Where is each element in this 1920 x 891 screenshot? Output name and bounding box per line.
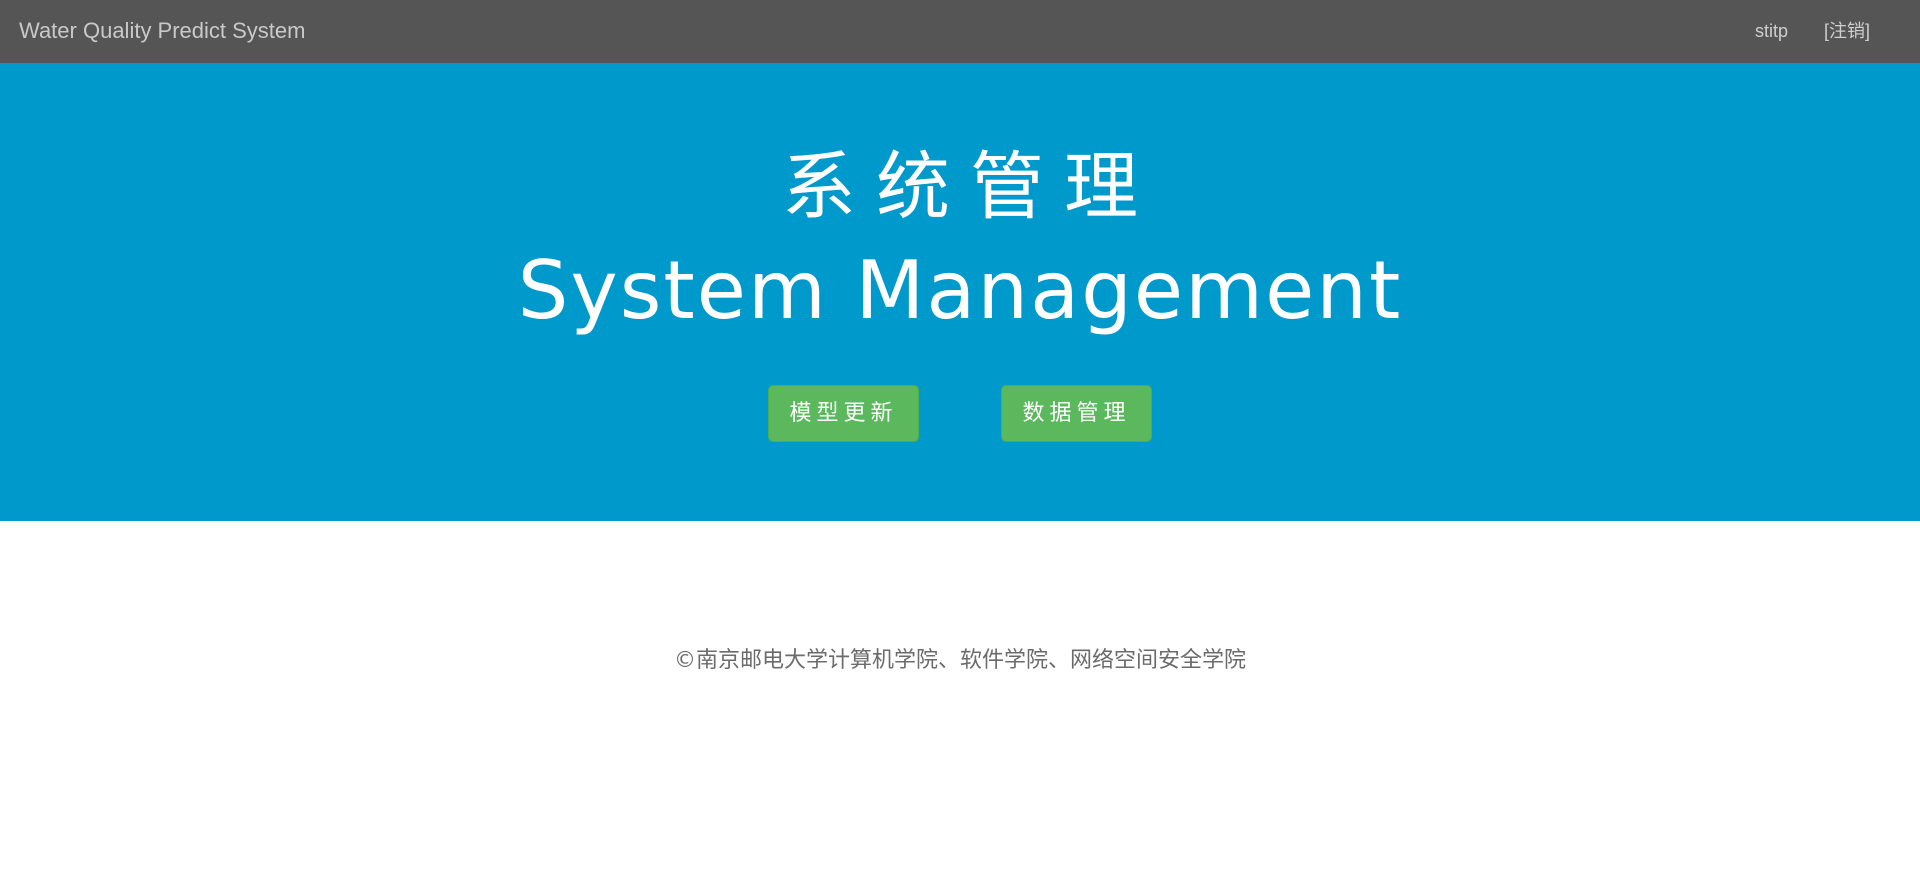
model-update-button[interactable]: 模型更新 xyxy=(768,385,919,442)
username-link[interactable]: stitp xyxy=(1755,20,1788,42)
nav-right-links: stitp [注销] xyxy=(1755,20,1870,42)
top-navbar: Water Quality Predict System stitp [注销] xyxy=(0,0,1920,63)
page-title-en: System Management xyxy=(517,244,1403,337)
data-management-button[interactable]: 数据管理 xyxy=(1001,385,1152,442)
hero-banner: 系统管理 System Management 模型更新 数据管理 xyxy=(0,63,1920,521)
brand-link[interactable]: Water Quality Predict System xyxy=(19,17,305,45)
logout-link[interactable]: [注销] xyxy=(1824,20,1870,42)
footer-copyright: ©南京邮电大学计算机学院、软件学院、网络空间安全学院 xyxy=(673,648,1246,673)
page-title-cn: 系统管理 xyxy=(782,144,1158,230)
